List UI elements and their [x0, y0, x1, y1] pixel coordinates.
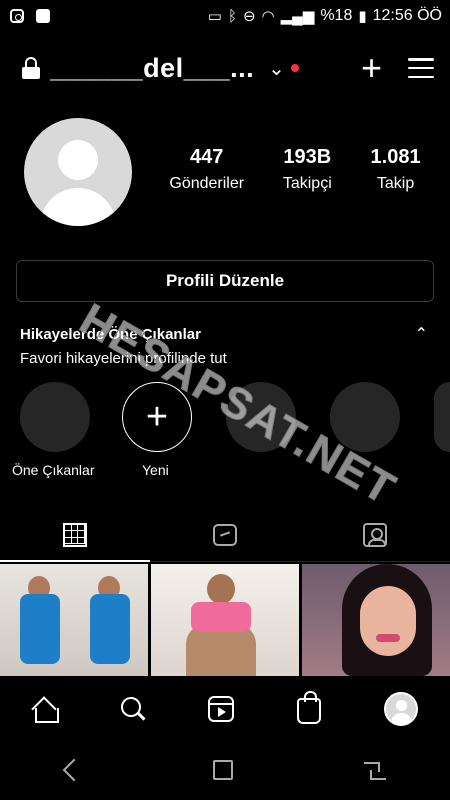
app-notification-icon: [36, 9, 50, 23]
search-icon[interactable]: [120, 697, 145, 721]
battery-percent: %18: [320, 7, 353, 24]
lock-icon: [22, 57, 40, 79]
recent-apps-icon[interactable]: [364, 762, 387, 780]
posts-grid: [0, 564, 450, 676]
back-icon[interactable]: [62, 758, 85, 782]
create-button[interactable]: +: [361, 50, 382, 86]
highlight-label: Yeni: [142, 462, 169, 478]
new-highlight-button[interactable]: +: [122, 382, 192, 452]
home-button[interactable]: [212, 760, 233, 780]
profile-stats: 447 Gönderiler 193B Takipçi 1.081 Takip: [150, 146, 440, 193]
instagram-notification-icon: [10, 9, 24, 23]
profile-header: ______del___... ⌄ +: [0, 44, 450, 92]
stat-posts-count: 447: [190, 146, 224, 168]
battery-icon: ▮: [358, 8, 367, 25]
stat-followers-label: Takipçi: [282, 175, 332, 192]
tab-grid[interactable]: [0, 508, 150, 562]
post-thumbnail[interactable]: [151, 564, 299, 676]
chevron-up-icon[interactable]: ⌃: [415, 324, 428, 344]
reels-icon[interactable]: [207, 696, 234, 722]
grid-icon: [63, 522, 87, 547]
highlight-label: Öne Çıkanlar: [12, 462, 95, 478]
notification-dot: [290, 64, 299, 72]
highlights-subtitle: Favori hikayelerini profilinde tut: [20, 350, 227, 367]
dnd-icon: ⊖: [242, 8, 256, 25]
home-icon[interactable]: [32, 696, 59, 723]
system-nav-bar: [0, 740, 450, 800]
shop-icon[interactable]: [297, 691, 322, 724]
chevron-down-icon[interactable]: ⌄: [268, 56, 285, 81]
edit-profile-button[interactable]: Profili Düzenle: [16, 260, 434, 302]
stat-following-count: 1.081: [370, 146, 421, 168]
post-thumbnail[interactable]: [302, 564, 450, 676]
stat-following-label: Takip: [376, 175, 415, 192]
signal-icon: ▂▄▆: [280, 8, 315, 25]
tab-tagged[interactable]: [300, 508, 450, 561]
wifi-icon: ◠: [261, 8, 275, 25]
status-bar: ▭ ᛒ ⊖ ◠ ▂▄▆ %18 ▮ 12:56 ÖÖ: [0, 0, 450, 32]
menu-icon[interactable]: [408, 58, 434, 78]
bluetooth-icon: ᛒ: [227, 7, 237, 25]
highlight-circle[interactable]: [226, 382, 296, 452]
highlights-title: Hikayelerde Öne Çıkanlar: [20, 326, 201, 343]
stat-posts[interactable]: 447 Gönderiler: [169, 146, 244, 193]
highlight-circle[interactable]: [330, 382, 400, 452]
highlight-circle[interactable]: [20, 382, 90, 452]
username-switcher[interactable]: ______del___...: [50, 53, 254, 84]
stat-followers-count: 193B: [283, 146, 332, 168]
tagged-icon: [363, 522, 387, 547]
highlight-circle[interactable]: [434, 382, 450, 452]
profile-tabs: [0, 508, 450, 562]
bottom-nav: [0, 680, 450, 738]
profile-tab-avatar[interactable]: [384, 692, 419, 726]
stat-following[interactable]: 1.081 Takip: [371, 146, 421, 193]
igtv-icon: [213, 523, 237, 546]
tab-igtv[interactable]: [150, 508, 300, 561]
cast-icon: ▭: [207, 8, 222, 25]
stat-posts-label: Gönderiler: [169, 175, 245, 192]
profile-avatar[interactable]: [24, 118, 132, 226]
stat-followers[interactable]: 193B Takipçi: [283, 146, 332, 193]
clock: 12:56 ÖÖ: [372, 7, 442, 24]
post-thumbnail[interactable]: [0, 564, 148, 676]
